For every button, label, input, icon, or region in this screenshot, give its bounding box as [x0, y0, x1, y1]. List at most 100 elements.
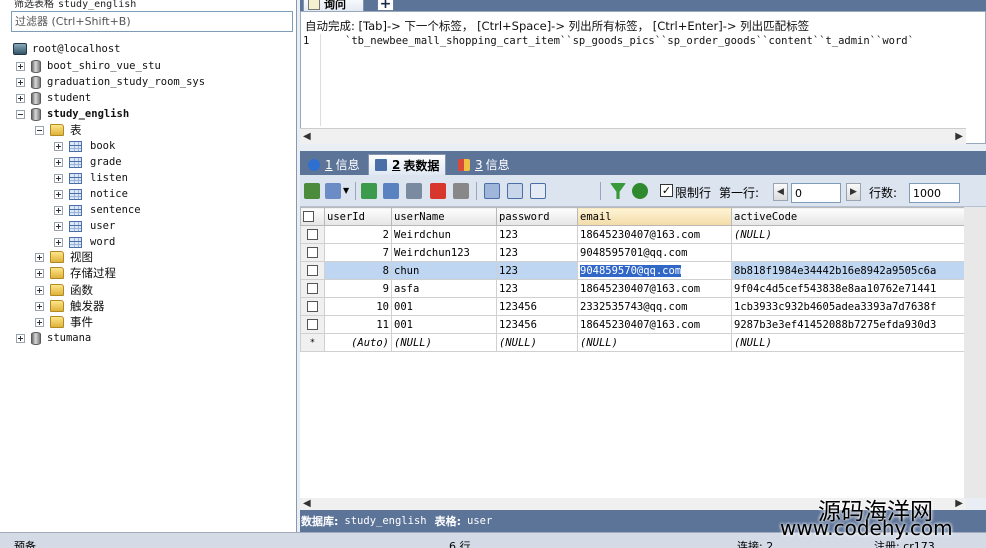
cell-userid[interactable]: (Auto): [324, 333, 392, 352]
cell-userid[interactable]: 7: [324, 243, 392, 262]
row-checkbox[interactable]: [300, 297, 325, 316]
tab-info-2[interactable]: 3 信息: [452, 154, 516, 175]
scroll-right-icon[interactable]: ▶: [955, 498, 963, 509]
cell-username[interactable]: asfa: [391, 279, 497, 298]
tree-table-grade[interactable]: grade: [54, 154, 122, 170]
expand-icon[interactable]: [54, 141, 63, 151]
tree-db-stumana[interactable]: stumana: [16, 330, 91, 346]
import-icon[interactable]: [325, 183, 341, 199]
cell-username[interactable]: Weirdchun123: [391, 243, 497, 262]
next-page-icon[interactable]: ▶: [846, 183, 861, 201]
cell-email[interactable]: 18645230407@163.com: [577, 279, 732, 298]
duplicate-row-icon[interactable]: [383, 183, 399, 199]
grid-vertical-scrollbar[interactable]: [964, 207, 986, 498]
table-row[interactable]: 11 001 123456 18645230407@163.com 9287b3…: [300, 315, 964, 334]
cell-activecode[interactable]: [731, 243, 964, 262]
tree-db-study-english[interactable]: study_english: [16, 106, 129, 122]
export-icon[interactable]: [304, 183, 320, 199]
expand-icon[interactable]: [54, 205, 63, 215]
tree-folder-procedures[interactable]: 存储过程: [35, 265, 116, 281]
expand-icon[interactable]: [16, 93, 25, 103]
prev-page-icon[interactable]: ◀: [773, 183, 788, 201]
column-header[interactable]: userName: [391, 207, 497, 226]
table-row[interactable]: 7 Weirdchun123 123 9048595701@qq.com: [300, 243, 964, 262]
new-tab-button[interactable]: +: [377, 0, 394, 12]
scroll-left-icon[interactable]: ◀: [303, 131, 311, 142]
expand-icon[interactable]: [35, 268, 44, 278]
expand-icon[interactable]: [16, 61, 25, 71]
cell-userid[interactable]: 2: [324, 225, 392, 244]
form-view-icon[interactable]: [507, 183, 523, 199]
cell-email[interactable]: 18645230407@163.com: [577, 315, 732, 334]
cell-password[interactable]: 123: [496, 261, 578, 280]
tree-folder-tables[interactable]: 表: [35, 122, 82, 138]
code-line[interactable]: `tb_newbee_mall_shopping_cart_item``sp_g…: [345, 35, 914, 47]
table-row[interactable]: 10 001 123456 2332535743@qq.com 1cb3933c…: [300, 297, 964, 316]
cell-email-value[interactable]: 904859570@qq.com: [580, 264, 682, 277]
row-count-input[interactable]: [909, 183, 960, 203]
filter-input[interactable]: [11, 11, 293, 32]
tree-db-boot-shiro[interactable]: boot_shiro_vue_stu: [16, 58, 161, 74]
expand-icon[interactable]: [35, 317, 44, 327]
new-row[interactable]: * (Auto) (NULL) (NULL) (NULL) (NULL): [300, 333, 964, 352]
refresh-icon[interactable]: [632, 183, 648, 199]
column-header[interactable]: activeCode: [731, 207, 964, 226]
filter-icon[interactable]: [610, 183, 626, 199]
cell-activecode[interactable]: 1cb3933c932b4605adea3393a7d7638f: [731, 297, 964, 316]
select-all-checkbox[interactable]: [300, 207, 325, 226]
cell-userid[interactable]: 9: [324, 279, 392, 298]
expand-icon[interactable]: [35, 285, 44, 295]
grid-view-icon[interactable]: [484, 183, 500, 199]
tree-folder-views[interactable]: 视图: [35, 249, 93, 265]
discard-icon[interactable]: [453, 183, 469, 199]
delete-icon[interactable]: [430, 183, 446, 199]
cell-password[interactable]: (NULL): [496, 333, 578, 352]
row-checkbox[interactable]: [300, 225, 325, 244]
scroll-right-icon[interactable]: ▶: [955, 131, 963, 142]
expand-icon[interactable]: [16, 77, 25, 87]
editor-horizontal-scrollbar[interactable]: ◀ ▶: [300, 128, 966, 144]
tree-table-book[interactable]: book: [54, 138, 115, 154]
cell-password[interactable]: 123: [496, 243, 578, 262]
cell-activecode[interactable]: (NULL): [731, 333, 964, 352]
cell-password[interactable]: 123456: [496, 297, 578, 316]
expand-icon[interactable]: [54, 157, 63, 167]
cell-password[interactable]: 123: [496, 279, 578, 298]
dropdown-arrow-icon[interactable]: ▼: [343, 186, 349, 195]
table-row[interactable]: 2 Weirdchun 123 18645230407@163.com (NUL…: [300, 225, 964, 244]
text-view-icon[interactable]: [530, 183, 546, 199]
tree-table-sentence[interactable]: sentence: [54, 202, 141, 218]
tree-table-word[interactable]: word: [54, 234, 115, 250]
cell-activecode[interactable]: 9f04c4d5cef543838e8aa10762e71441: [731, 279, 964, 298]
expand-icon[interactable]: [35, 301, 44, 311]
cell-email-editing[interactable]: 904859570@qq.com: [577, 261, 732, 280]
cell-username[interactable]: 001: [391, 297, 497, 316]
cell-email[interactable]: 9048595701@qq.com: [577, 243, 732, 262]
tree-server-root[interactable]: root@localhost: [13, 41, 121, 57]
tree-db-graduation[interactable]: graduation_study_room_sys: [16, 74, 205, 90]
tree-folder-events[interactable]: 事件: [35, 314, 93, 330]
tree-folder-triggers[interactable]: 触发器: [35, 298, 105, 314]
first-row-input[interactable]: [791, 183, 841, 203]
expand-icon[interactable]: [35, 252, 44, 262]
collapse-icon[interactable]: [35, 125, 44, 135]
tree-table-notice[interactable]: notice: [54, 186, 128, 202]
column-header[interactable]: password: [496, 207, 578, 226]
cell-activecode[interactable]: 9287b3e3ef41452088b7275efda930d3: [731, 315, 964, 334]
tree-table-user[interactable]: user: [54, 218, 115, 234]
row-checkbox[interactable]: [300, 261, 325, 280]
column-header[interactable]: userId: [324, 207, 392, 226]
limit-checkbox[interactable]: ✓: [660, 184, 673, 197]
tree-db-student[interactable]: student: [16, 90, 91, 106]
cell-password[interactable]: 123456: [496, 315, 578, 334]
expand-icon[interactable]: [54, 173, 63, 183]
tab-table-data[interactable]: 2 表数据: [368, 154, 447, 175]
table-row-selected[interactable]: 8 chun 123 904859570@qq.com 8b818f1984e3…: [300, 261, 964, 280]
cell-password[interactable]: 123: [496, 225, 578, 244]
cell-email[interactable]: 2332535743@qq.com: [577, 297, 732, 316]
collapse-icon[interactable]: [16, 109, 25, 119]
save-icon[interactable]: [406, 183, 422, 199]
tree-folder-functions[interactable]: 函数: [35, 282, 93, 298]
add-row-icon[interactable]: [361, 183, 377, 199]
cell-username[interactable]: 001: [391, 315, 497, 334]
